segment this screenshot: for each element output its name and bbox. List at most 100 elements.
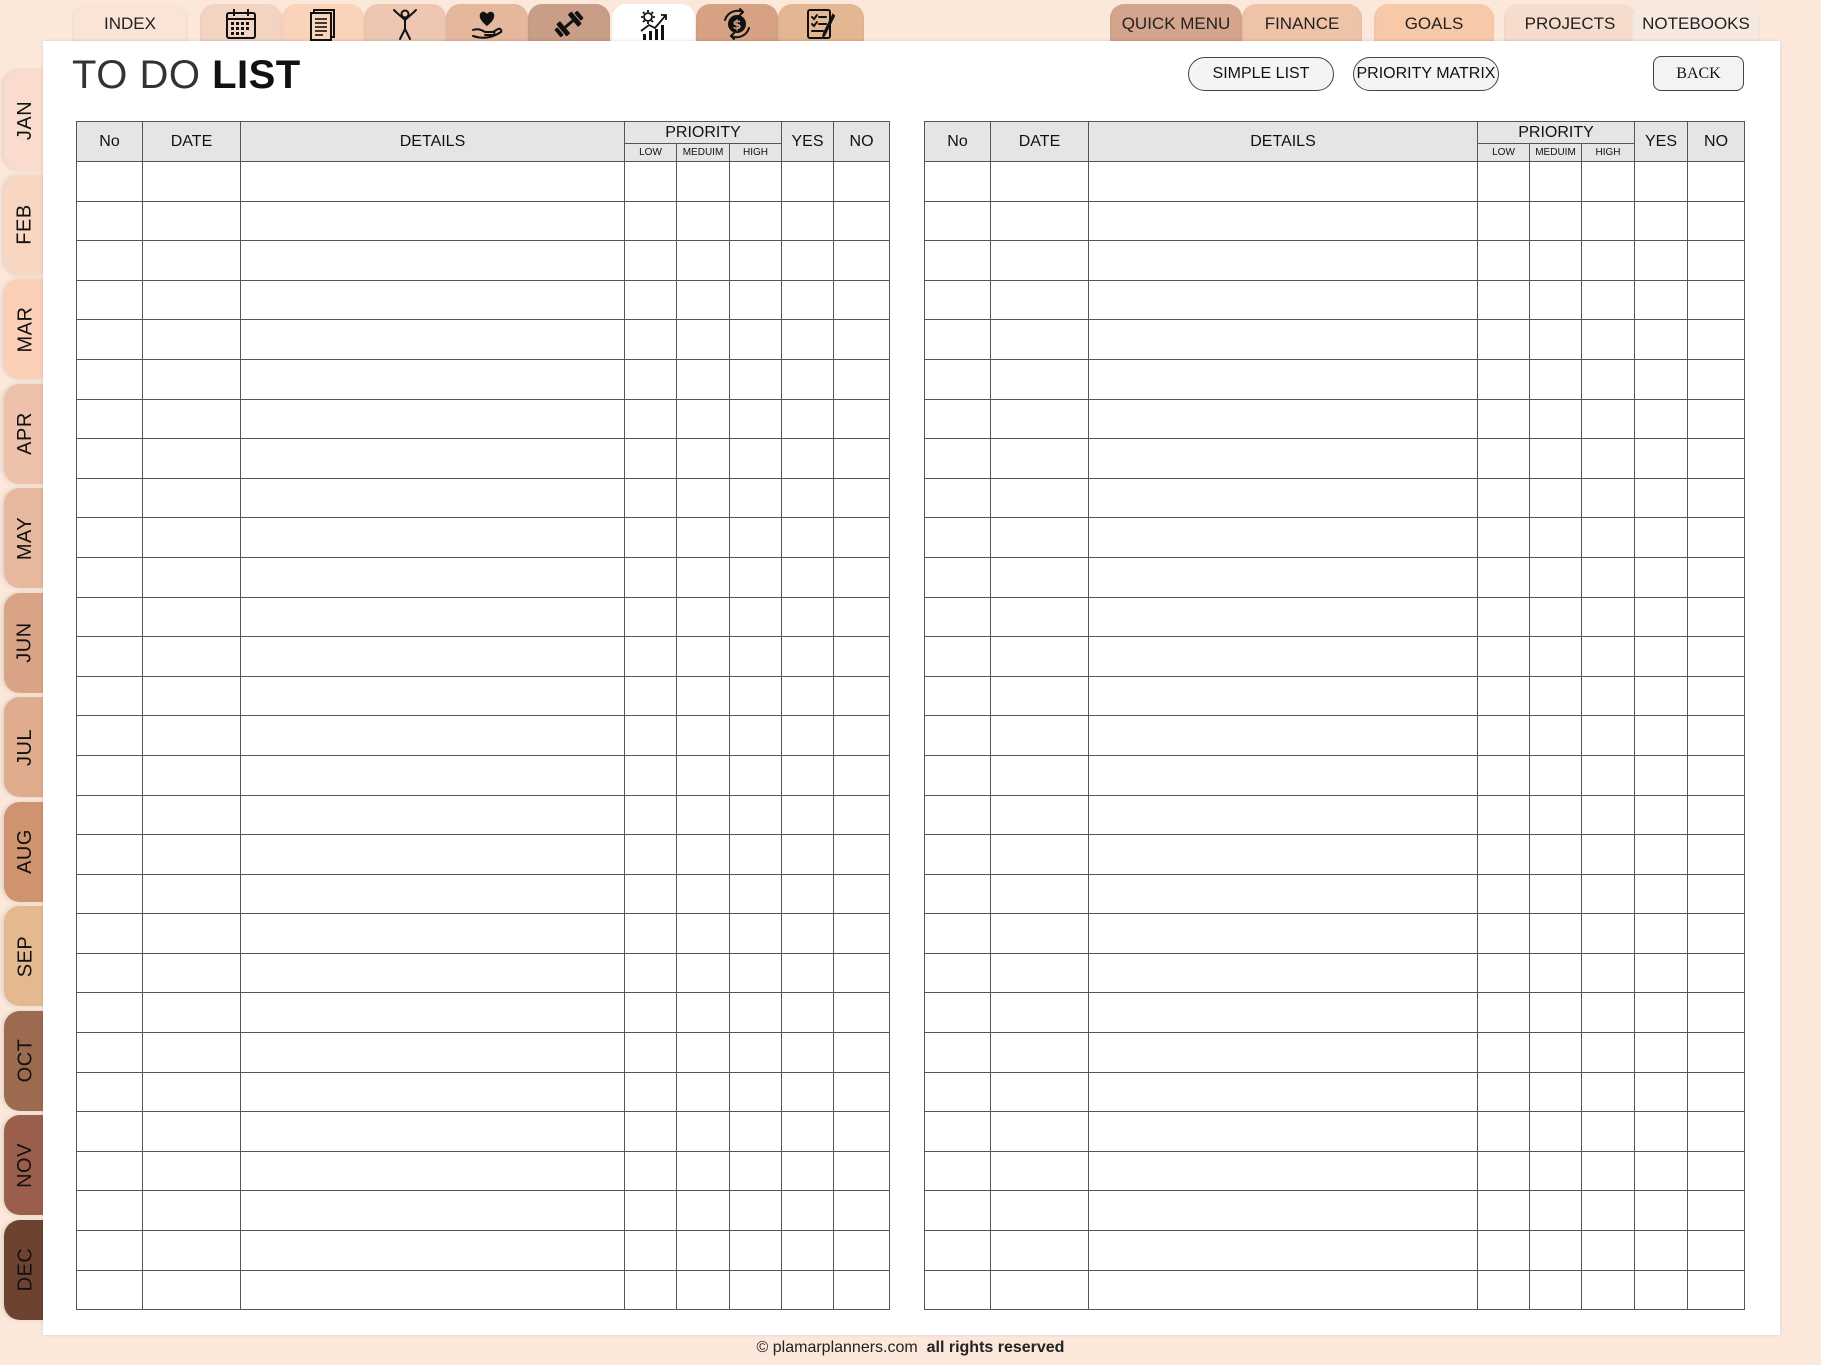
cell-priority-high[interactable] [1580, 834, 1636, 875]
cell-priority-medium[interactable] [1529, 1111, 1582, 1152]
cell-yes[interactable] [1634, 438, 1689, 479]
cell-no-answer[interactable] [833, 1071, 891, 1113]
cell-priority-low[interactable] [624, 1071, 677, 1113]
cell-yes[interactable] [1634, 794, 1689, 836]
cell-date[interactable] [142, 240, 241, 281]
cell-date[interactable] [990, 636, 1089, 677]
cell-no[interactable] [76, 438, 143, 479]
cell-no[interactable] [76, 319, 143, 360]
cell-priority-low[interactable] [1477, 517, 1530, 558]
cell-priority-low[interactable] [1477, 873, 1530, 915]
cell-details[interactable] [1088, 952, 1478, 994]
cell-yes[interactable] [1634, 200, 1689, 242]
cell-priority-low[interactable] [624, 794, 677, 836]
cell-date[interactable] [990, 200, 1089, 242]
cell-details[interactable] [240, 200, 625, 242]
cell-no[interactable] [924, 754, 991, 796]
cell-priority-low[interactable] [1477, 1150, 1530, 1192]
month-tab-jul[interactable]: JUL [4, 697, 47, 797]
cell-priority-high[interactable] [1580, 596, 1636, 638]
cell-details[interactable] [240, 477, 625, 519]
cell-details[interactable] [240, 240, 625, 281]
cell-priority-high[interactable] [1580, 358, 1636, 400]
cell-date[interactable] [142, 477, 241, 519]
cell-priority-medium[interactable] [676, 794, 730, 836]
cell-no-answer[interactable] [833, 1190, 891, 1232]
cell-no[interactable] [924, 279, 991, 321]
cell-details[interactable] [240, 834, 625, 875]
cell-date[interactable] [142, 517, 241, 558]
cell-no[interactable] [924, 319, 991, 360]
cell-priority-medium[interactable] [1529, 398, 1582, 440]
cell-priority-high[interactable] [728, 952, 783, 994]
cell-priority-low[interactable] [1477, 952, 1530, 994]
cell-priority-low[interactable] [1477, 319, 1530, 360]
cell-yes[interactable] [781, 1269, 835, 1311]
cell-priority-high[interactable] [1580, 240, 1636, 281]
cell-priority-medium[interactable] [676, 1190, 730, 1232]
month-tab-nov[interactable]: NOV [4, 1115, 47, 1215]
cell-priority-high[interactable] [1580, 438, 1636, 479]
cell-no[interactable] [924, 1071, 991, 1113]
cell-no-answer[interactable] [1687, 675, 1746, 717]
cell-no[interactable] [76, 200, 143, 242]
cell-yes[interactable] [781, 1190, 835, 1232]
cell-no-answer[interactable] [1687, 240, 1746, 281]
cell-date[interactable] [142, 556, 241, 598]
cell-no[interactable] [924, 952, 991, 994]
cell-date[interactable] [142, 1269, 241, 1311]
cell-no-answer[interactable] [1687, 794, 1746, 836]
cell-no-answer[interactable] [1687, 1190, 1746, 1232]
cell-date[interactable] [990, 161, 1089, 202]
cell-details[interactable] [1088, 438, 1478, 479]
cell-no-answer[interactable] [1687, 200, 1746, 242]
cell-no-answer[interactable] [1687, 477, 1746, 519]
cell-yes[interactable] [1634, 1230, 1689, 1271]
cell-details[interactable] [1088, 477, 1478, 519]
month-tab-jan[interactable]: JAN [4, 70, 47, 170]
cell-no-answer[interactable] [1687, 1230, 1746, 1271]
cell-date[interactable] [990, 794, 1089, 836]
cell-priority-medium[interactable] [1529, 438, 1582, 479]
cell-no-answer[interactable] [1687, 438, 1746, 479]
cell-yes[interactable] [1634, 1150, 1689, 1192]
cell-no-answer[interactable] [833, 834, 891, 875]
cell-priority-low[interactable] [1477, 1190, 1530, 1232]
cell-date[interactable] [142, 1150, 241, 1192]
cell-no-answer[interactable] [833, 477, 891, 519]
cell-priority-low[interactable] [624, 1111, 677, 1152]
cell-priority-medium[interactable] [676, 398, 730, 440]
cell-details[interactable] [240, 596, 625, 638]
cell-yes[interactable] [1634, 1111, 1689, 1152]
cell-date[interactable] [142, 1111, 241, 1152]
cell-priority-low[interactable] [624, 1190, 677, 1232]
month-tab-dec[interactable]: DEC [4, 1219, 47, 1320]
cell-details[interactable] [240, 1071, 625, 1113]
cell-priority-low[interactable] [624, 438, 677, 479]
cell-priority-high[interactable] [1580, 952, 1636, 994]
cell-date[interactable] [142, 398, 241, 440]
cell-no[interactable] [76, 1111, 143, 1152]
cell-priority-medium[interactable] [1529, 517, 1582, 558]
cell-priority-medium[interactable] [676, 1111, 730, 1152]
cell-priority-medium[interactable] [676, 279, 730, 321]
cell-details[interactable] [1088, 1150, 1478, 1192]
cell-priority-medium[interactable] [676, 477, 730, 519]
cell-priority-medium[interactable] [1529, 1230, 1582, 1271]
cell-priority-low[interactable] [1477, 477, 1530, 519]
cell-priority-low[interactable] [624, 240, 677, 281]
cell-priority-low[interactable] [624, 200, 677, 242]
cell-yes[interactable] [1634, 992, 1689, 1034]
cell-yes[interactable] [781, 794, 835, 836]
cell-date[interactable] [990, 675, 1089, 717]
cell-priority-medium[interactable] [676, 1150, 730, 1192]
month-tab-feb[interactable]: FEB [4, 174, 47, 275]
cell-priority-low[interactable] [624, 952, 677, 994]
cell-date[interactable] [142, 279, 241, 321]
cell-priority-low[interactable] [1477, 1111, 1530, 1152]
cell-yes[interactable] [781, 398, 835, 440]
cell-no[interactable] [924, 873, 991, 915]
cell-priority-high[interactable] [728, 1190, 783, 1232]
cell-no-answer[interactable] [1687, 398, 1746, 440]
cell-priority-low[interactable] [1477, 636, 1530, 677]
